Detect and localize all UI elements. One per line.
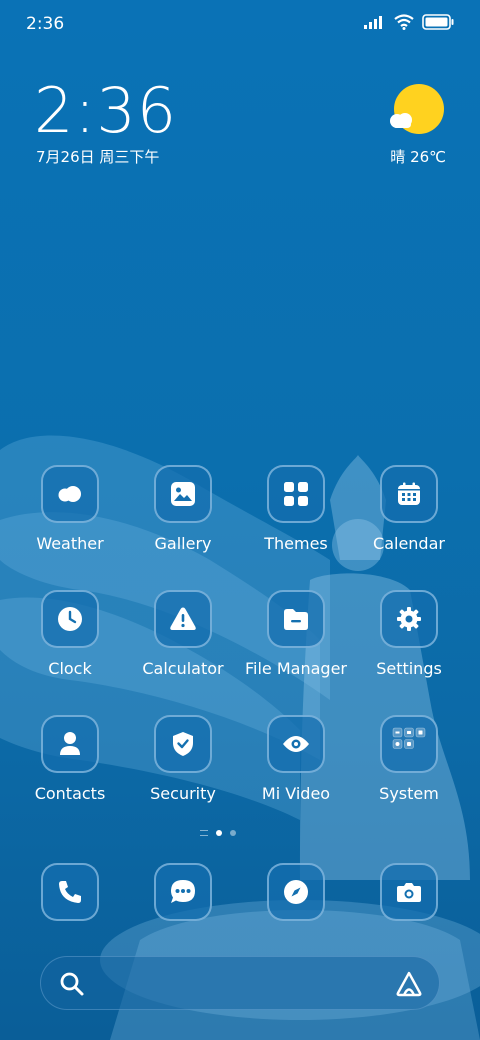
search-icon[interactable] [59,971,85,997]
image-icon [171,482,195,506]
camera-icon [397,883,421,902]
app-calculator[interactable]: Calculator [128,590,238,690]
weather-condition: 晴 [390,148,406,166]
battery-icon [422,14,454,30]
app-clock[interactable]: Clock [15,590,125,690]
app-tile[interactable] [41,715,99,773]
app-security[interactable]: Security [128,715,238,815]
cloud-icon [390,113,412,128]
app-system-folder[interactable]: System [354,715,464,815]
app-label: Themes [264,534,328,553]
app-label: Security [150,784,216,803]
app-tile[interactable] [154,590,212,648]
app-themes[interactable]: Themes [241,465,351,565]
clock-widget-time[interactable]: 2:36 [34,74,177,147]
app-tile[interactable] [380,715,438,773]
calendar-icon [398,482,420,505]
app-contacts[interactable]: Contacts [15,715,125,815]
app-tile[interactable] [267,715,325,773]
app-label: Gallery [154,534,212,553]
app-label: Mi Video [261,784,331,803]
search-bar[interactable] [40,956,440,1010]
app-label: Settings [376,659,442,678]
compass-icon [284,880,308,904]
weather-temperature: 26℃ [410,148,446,166]
signal-icon [364,16,382,29]
page-dot-active [216,830,222,836]
message-icon [171,880,195,903]
app-tile[interactable] [154,465,212,523]
app-tile[interactable] [380,863,438,921]
app-tile[interactable] [267,590,325,648]
page-list-icon [200,830,208,836]
app-label: Calendar [373,534,445,553]
gear-icon [397,607,421,631]
app-tile[interactable] [154,715,212,773]
app-label: Calculator [142,659,224,678]
app-label: Clock [48,659,92,678]
dock-browser[interactable] [241,863,351,923]
app-tile[interactable] [41,863,99,921]
wifi-icon [394,14,414,30]
app-weather[interactable]: Weather [15,465,125,565]
app-tile[interactable] [267,863,325,921]
dock-phone[interactable] [15,863,125,923]
app-tile[interactable] [267,465,325,523]
weather-widget[interactable]: 晴 26℃ [346,80,446,170]
app-label: System [379,784,439,803]
assistant-icon[interactable] [395,970,423,998]
shield-icon [173,732,193,756]
phone-icon [59,881,81,903]
dock-camera[interactable] [354,863,464,923]
eye-icon [283,736,309,752]
warning-icon [170,607,196,630]
clock-icon [58,607,82,631]
dock-messages[interactable] [128,863,238,923]
app-tile[interactable] [380,590,438,648]
clock-widget-date[interactable]: 7月26日 周三下午 [36,146,159,167]
app-mi-video[interactable]: Mi Video [241,715,351,815]
app-calendar[interactable]: Calendar [354,465,464,565]
app-label: File Manager [245,659,347,678]
app-tile[interactable] [154,863,212,921]
folder-grid-icon [392,727,426,749]
status-bar: 2:36 [0,0,480,50]
app-tile[interactable] [41,590,99,648]
app-tile[interactable] [41,465,99,523]
status-time: 2:36 [26,14,65,34]
app-tile[interactable] [380,465,438,523]
app-settings[interactable]: Settings [354,590,464,690]
folder-icon [284,609,308,630]
cloud-icon [58,486,81,502]
grid-icon [284,482,308,506]
page-dot [230,830,236,836]
weather-text: 晴 26℃ [390,146,446,167]
app-gallery[interactable]: Gallery [128,465,238,565]
page-indicator [200,830,236,836]
person-icon [60,732,80,755]
app-label: Contacts [34,784,106,803]
app-label: Weather [36,534,104,553]
app-file-manager[interactable]: File Manager [241,590,351,690]
